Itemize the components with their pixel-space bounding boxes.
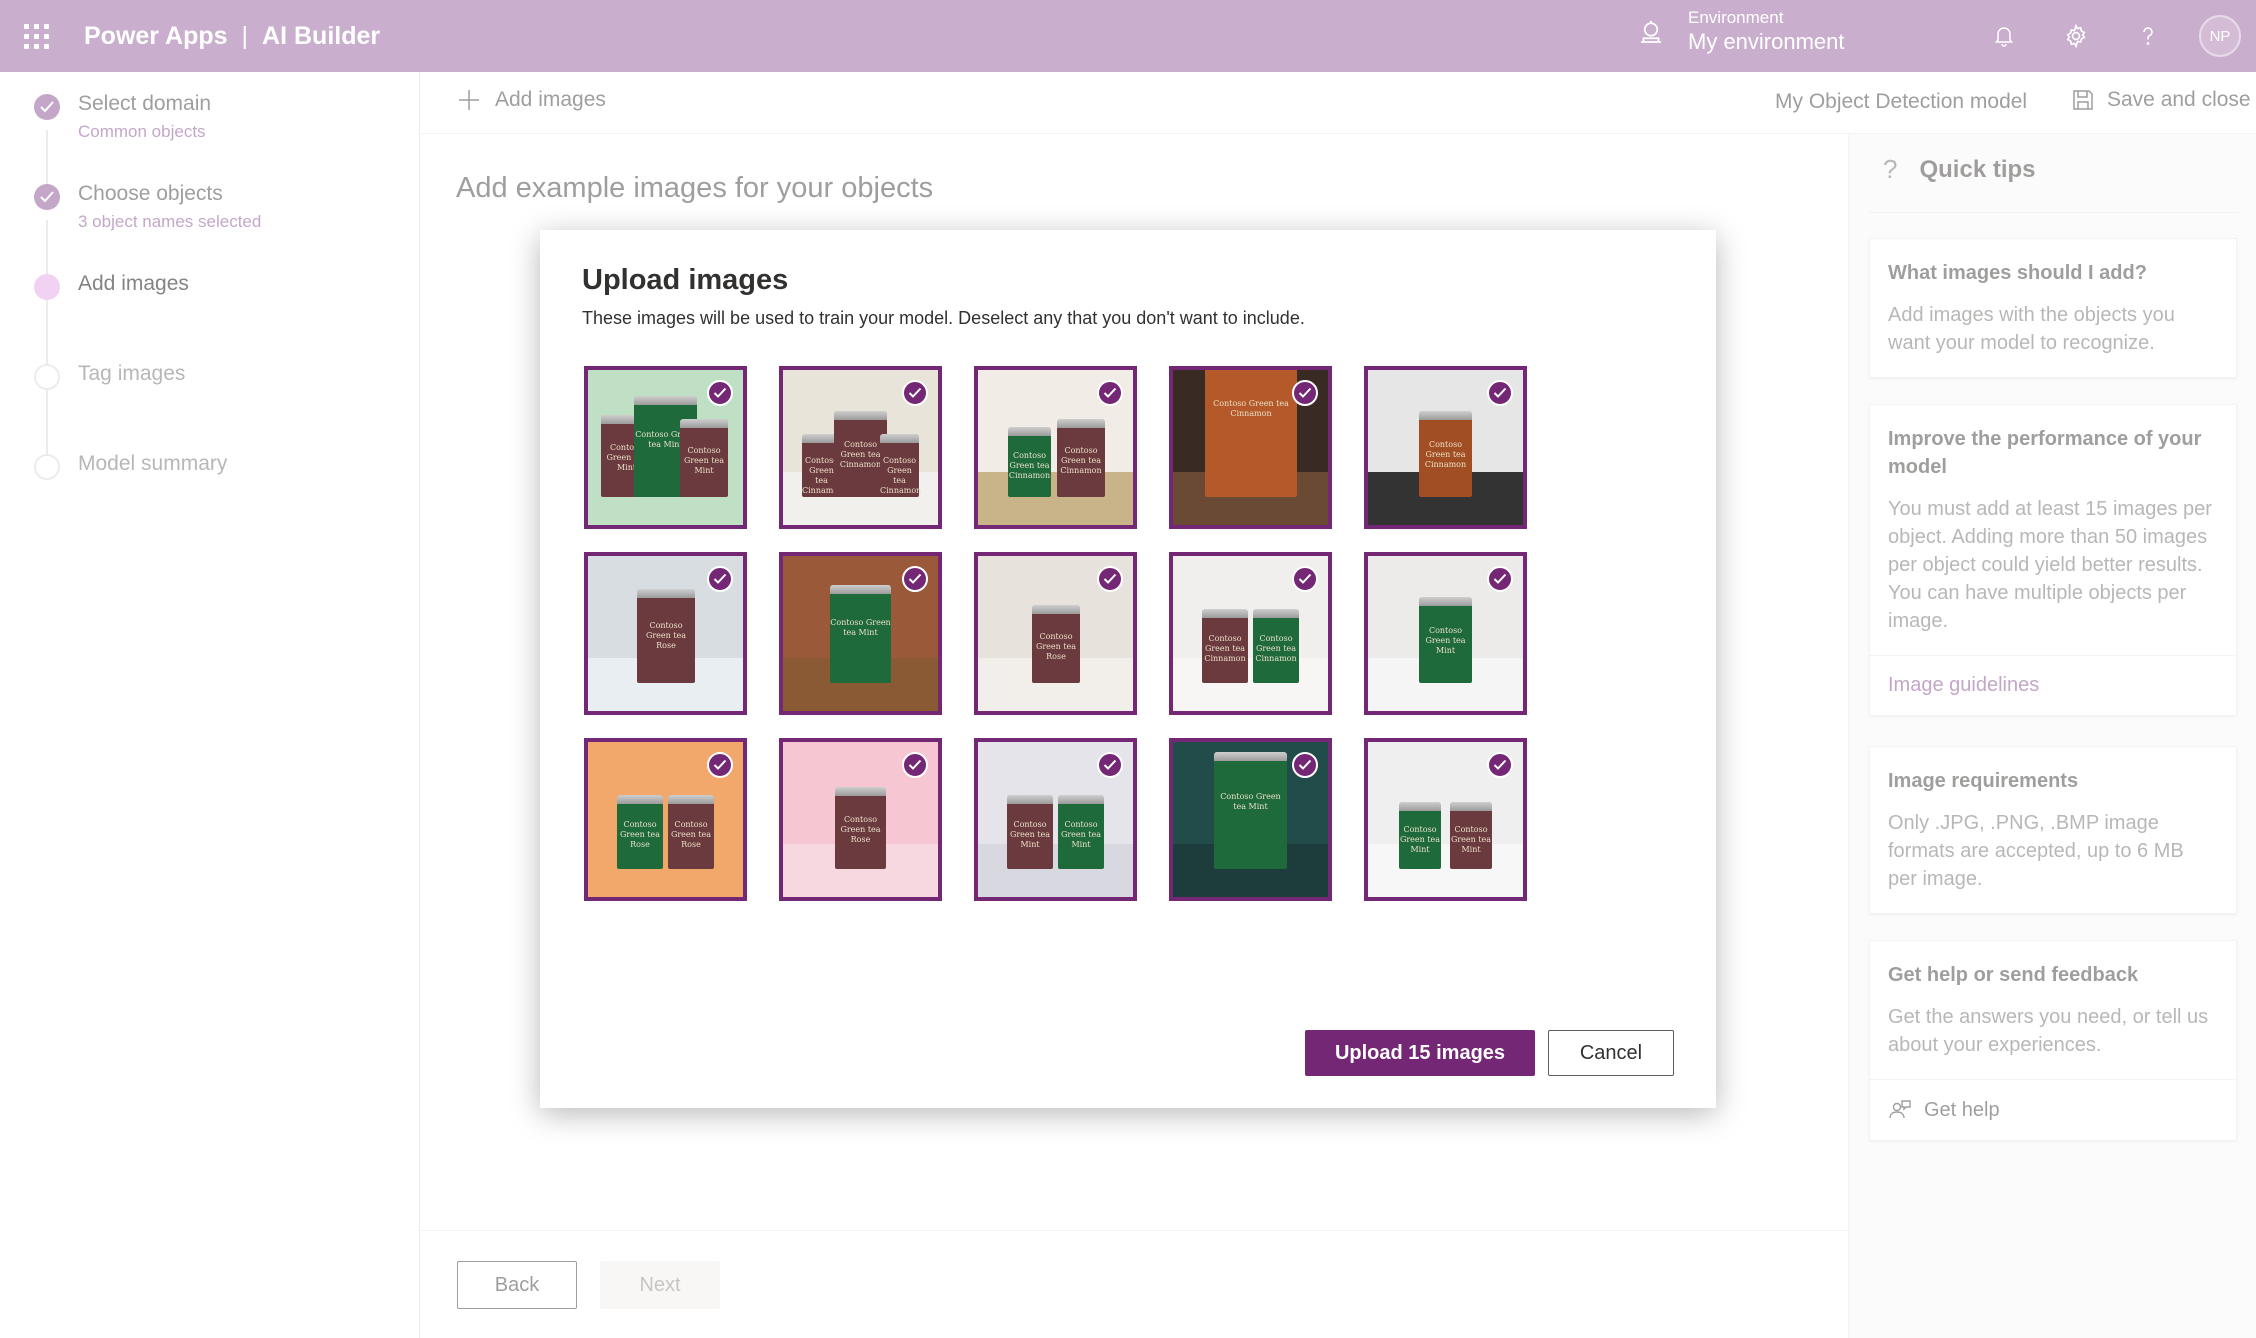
checkmark-icon[interactable] bbox=[1487, 752, 1513, 778]
tea-can-label: Contoso Green tea Rose bbox=[1035, 631, 1077, 661]
image-thumbnail[interactable]: Contoso Green tea Mint bbox=[1364, 552, 1527, 715]
checkmark-icon[interactable] bbox=[902, 566, 928, 592]
tea-can-label: Contoso Green tea Rose bbox=[645, 621, 687, 651]
tea-can: Contoso Green tea Mint bbox=[1419, 597, 1472, 684]
tea-can: Contoso Green tea Cinnamon bbox=[1205, 370, 1297, 498]
tea-can-label: Contoso Green tea Cinnamon bbox=[1008, 450, 1051, 480]
checkmark-icon[interactable] bbox=[1097, 380, 1123, 406]
checkmark-icon[interactable] bbox=[1292, 752, 1318, 778]
tea-can: Contoso Green tea Cinnamon bbox=[1008, 427, 1051, 498]
image-thumbnail[interactable]: Contoso Green tea Mint Contoso Green tea … bbox=[974, 738, 1137, 901]
image-surface bbox=[978, 844, 1133, 897]
tea-can: Contoso Green tea Cinnamon bbox=[1057, 419, 1105, 498]
image-thumbnail[interactable]: Contoso Green tea Cinnamon bbox=[1364, 366, 1527, 529]
tea-can-label: Contoso Green tea Cinnamon bbox=[1424, 440, 1467, 470]
checkmark-icon[interactable] bbox=[902, 752, 928, 778]
tea-can-label: Contoso Green tea Mint bbox=[1425, 626, 1466, 656]
upload-images-button[interactable]: Upload 15 images bbox=[1305, 1030, 1535, 1076]
dialog-title: Upload images bbox=[582, 264, 789, 296]
tea-can-label: Contoso Green tea Mint bbox=[1009, 820, 1051, 850]
image-thumbnail[interactable]: Contoso Green tea Rose Contoso Green tea … bbox=[584, 738, 747, 901]
tea-can-label: Contoso Green tea Cinnamon bbox=[1204, 634, 1246, 664]
image-surface bbox=[588, 844, 743, 897]
image-grid: Contoso Green tea Mint Contoso Green tea … bbox=[584, 366, 1527, 906]
image-thumbnail[interactable]: Contoso Green tea Cinnamon Contoso Green … bbox=[1169, 552, 1332, 715]
checkmark-icon[interactable] bbox=[1292, 566, 1318, 592]
image-thumbnail[interactable]: Contoso Green tea Mint bbox=[1169, 738, 1332, 901]
image-thumbnail[interactable]: Contoso Green tea Cinnamon Contoso Green … bbox=[779, 366, 942, 529]
tea-can: Contoso Green tea Mint bbox=[680, 419, 728, 498]
image-thumbnail[interactable]: Contoso Green tea Cinnamon bbox=[1169, 366, 1332, 529]
tea-can: Contoso Green tea Mint bbox=[1450, 802, 1492, 870]
checkmark-icon[interactable] bbox=[902, 380, 928, 406]
tea-can-label: Contoso Green tea Rose bbox=[670, 820, 712, 850]
checkmark-icon[interactable] bbox=[707, 752, 733, 778]
tea-can: Contoso Green tea Rose bbox=[637, 589, 695, 684]
checkmark-icon[interactable] bbox=[1487, 566, 1513, 592]
tea-can: Contoso Green tea Mint bbox=[1007, 795, 1053, 870]
tea-can: Contoso Green tea Mint bbox=[1058, 795, 1104, 870]
checkmark-icon[interactable] bbox=[1097, 752, 1123, 778]
checkmark-icon[interactable] bbox=[707, 566, 733, 592]
tea-can: Contoso Green tea Rose bbox=[1032, 605, 1080, 684]
image-thumbnail[interactable]: Contoso Green tea Rose bbox=[779, 738, 942, 901]
checkmark-icon[interactable] bbox=[707, 380, 733, 406]
tea-can: Contoso Green tea Rose bbox=[617, 795, 663, 870]
tea-can: Contoso Green tea Cinnamon bbox=[1202, 609, 1248, 684]
tea-can-label: Contoso Green tea Mint bbox=[1399, 824, 1441, 854]
tea-can: Contoso Green tea Cinnamon bbox=[880, 434, 922, 498]
image-surface bbox=[1368, 844, 1523, 897]
tea-can-label: Contoso Green tea Rose bbox=[619, 820, 661, 850]
tea-can-label: Contoso Green tea Mint bbox=[683, 445, 725, 475]
tea-can: Contoso Green tea Rose bbox=[668, 795, 714, 870]
tea-can-label: Contoso Green tea Mint bbox=[830, 618, 891, 638]
tea-can-label: Contoso Green tea Mint bbox=[1450, 824, 1492, 854]
image-thumbnail[interactable]: Contoso Green tea Mint Contoso Green tea … bbox=[1364, 738, 1527, 901]
tea-can-label: Contoso Green tea Cinnamon bbox=[880, 455, 922, 495]
image-thumbnail[interactable]: Contoso Green tea Mint Contoso Green tea … bbox=[584, 366, 747, 529]
image-thumbnail[interactable]: Contoso Green tea Mint bbox=[779, 552, 942, 715]
tea-can-label: Contoso Green tea Mint bbox=[1220, 791, 1281, 811]
checkmark-icon[interactable] bbox=[1487, 380, 1513, 406]
image-thumbnail[interactable]: Contoso Green tea Rose bbox=[584, 552, 747, 715]
checkmark-icon[interactable] bbox=[1097, 566, 1123, 592]
dialog-subtitle: These images will be used to train your … bbox=[582, 308, 1305, 328]
upload-images-dialog: Upload images These images will be used … bbox=[540, 230, 1716, 1108]
image-thumbnail[interactable]: Contoso Green tea Rose bbox=[974, 552, 1137, 715]
image-thumbnail[interactable]: Contoso Green tea Cinnamon Contoso Green … bbox=[974, 366, 1137, 529]
tea-can-label: Contoso Green tea Cinnamon bbox=[1060, 445, 1102, 475]
tea-can: Contoso Green tea Mint bbox=[1399, 802, 1441, 870]
tea-can: Contoso Green tea Cinnamon bbox=[1253, 609, 1299, 684]
tea-can-label: Contoso Green tea Mint bbox=[1060, 820, 1102, 850]
tea-can: Contoso Green tea Mint bbox=[1214, 752, 1287, 870]
image-surface bbox=[1173, 658, 1328, 711]
image-surface bbox=[978, 472, 1133, 525]
checkmark-icon[interactable] bbox=[1292, 380, 1318, 406]
tea-can: Contoso Green tea Cinnamon bbox=[1419, 411, 1472, 498]
tea-can-label: Contoso Green tea Cinnamon bbox=[1213, 399, 1289, 419]
tea-can: Contoso Green tea Rose bbox=[835, 787, 886, 870]
cancel-button[interactable]: Cancel bbox=[1548, 1030, 1674, 1076]
tea-can-label: Contoso Green tea Cinnamon bbox=[1255, 634, 1297, 664]
tea-can-label: Contoso Green tea Rose bbox=[840, 814, 881, 844]
tea-can: Contoso Green tea Mint bbox=[830, 585, 891, 684]
